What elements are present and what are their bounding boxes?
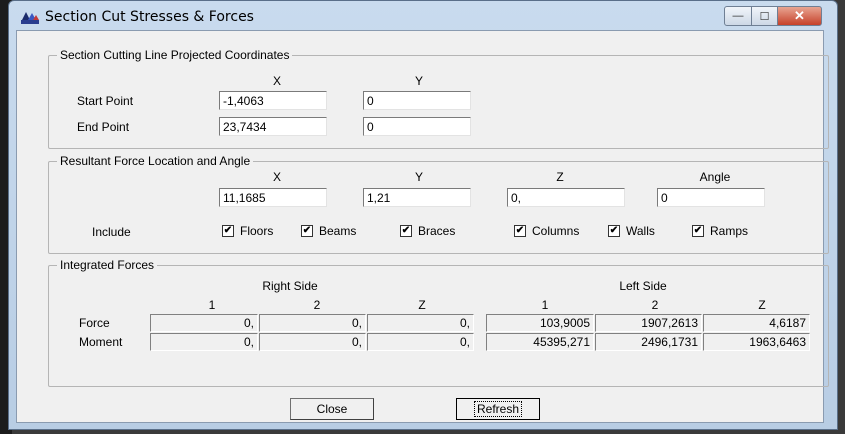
force-value: 4,6187 bbox=[703, 314, 810, 332]
moment-value: 0, bbox=[150, 333, 258, 351]
check-icon: ✔ bbox=[400, 225, 412, 237]
col-header-2: 2 bbox=[313, 298, 321, 312]
columns-checkbox[interactable]: ✔ Columns bbox=[514, 224, 579, 238]
minimize-icon: — bbox=[732, 10, 744, 22]
end-x-input[interactable] bbox=[219, 117, 327, 136]
check-icon: ✔ bbox=[222, 225, 234, 237]
col-header-z: Z bbox=[418, 298, 426, 312]
start-point-label: Start Point bbox=[77, 94, 134, 108]
res-z-input[interactable] bbox=[507, 188, 625, 207]
moment-value: 0, bbox=[367, 333, 474, 351]
close-button-label: Close bbox=[316, 402, 348, 416]
minimize-button[interactable]: — bbox=[724, 6, 752, 26]
force-row-label: Force bbox=[79, 316, 110, 330]
col-header-2: 2 bbox=[651, 298, 659, 312]
right-side-header: Right Side bbox=[262, 279, 318, 293]
refresh-button[interactable]: Refresh bbox=[456, 398, 540, 420]
col-header-1: 1 bbox=[208, 298, 216, 312]
col-header-1: 1 bbox=[541, 298, 549, 312]
col-header-z: Z bbox=[758, 298, 766, 312]
dialog-window: Section Cut Stresses & Forces — ☐ ✕ Sect… bbox=[8, 0, 838, 430]
walls-label: Walls bbox=[626, 224, 655, 238]
braces-checkbox[interactable]: ✔ Braces bbox=[400, 224, 455, 238]
end-point-label: End Point bbox=[77, 120, 130, 134]
res-col-angle-header: Angle bbox=[699, 170, 731, 184]
floors-checkbox[interactable]: ✔ Floors bbox=[222, 224, 273, 238]
beams-label: Beams bbox=[319, 224, 357, 238]
left-side-header: Left Side bbox=[619, 279, 667, 293]
projected-coordinates-legend: Section Cutting Line Projected Coordinat… bbox=[57, 48, 293, 62]
resultant-force-legend: Resultant Force Location and Angle bbox=[57, 154, 254, 168]
check-icon: ✔ bbox=[692, 225, 704, 237]
res-y-input[interactable] bbox=[363, 188, 471, 207]
res-angle-input[interactable] bbox=[657, 188, 765, 207]
beams-checkbox[interactable]: ✔ Beams bbox=[301, 224, 356, 238]
app-icon bbox=[21, 10, 39, 24]
force-value: 103,9005 bbox=[486, 314, 594, 332]
res-x-input[interactable] bbox=[219, 188, 327, 207]
start-x-input[interactable] bbox=[219, 91, 327, 110]
braces-label: Braces bbox=[418, 224, 456, 238]
moment-value: 2496,1731 bbox=[595, 333, 702, 351]
moment-value: 0, bbox=[259, 333, 366, 351]
columns-label: Columns bbox=[532, 224, 580, 238]
refresh-button-label: Refresh bbox=[473, 401, 523, 417]
res-col-x-header: X bbox=[272, 170, 281, 184]
force-value: 0, bbox=[367, 314, 474, 332]
close-button[interactable]: Close bbox=[290, 398, 374, 420]
window-title: Section Cut Stresses & Forces bbox=[45, 9, 254, 25]
res-col-y-header: Y bbox=[414, 170, 423, 184]
integrated-forces-legend: Integrated Forces bbox=[57, 258, 158, 272]
walls-checkbox[interactable]: ✔ Walls bbox=[608, 224, 655, 238]
check-icon: ✔ bbox=[608, 225, 620, 237]
start-y-input[interactable] bbox=[363, 91, 471, 110]
ramps-label: Ramps bbox=[710, 224, 749, 238]
col-x-header: X bbox=[272, 74, 281, 88]
check-icon: ✔ bbox=[514, 225, 526, 237]
force-value: 1907,2613 bbox=[595, 314, 702, 332]
ramps-checkbox[interactable]: ✔ Ramps bbox=[692, 224, 748, 238]
moment-value: 45395,271 bbox=[486, 333, 594, 351]
end-y-input[interactable] bbox=[363, 117, 471, 136]
close-window-button[interactable]: ✕ bbox=[777, 6, 822, 26]
moment-value: 1963,6463 bbox=[703, 333, 810, 351]
close-icon: ✕ bbox=[794, 8, 805, 23]
maximize-button[interactable]: ☐ bbox=[751, 6, 778, 26]
res-col-z-header: Z bbox=[556, 170, 564, 184]
force-value: 0, bbox=[150, 314, 258, 332]
maximize-icon: ☐ bbox=[759, 10, 770, 23]
col-y-header: Y bbox=[414, 74, 423, 88]
check-icon: ✔ bbox=[301, 225, 313, 237]
dialog-client-area: Section Cutting Line Projected Coordinat… bbox=[16, 30, 829, 423]
moment-row-label: Moment bbox=[79, 335, 123, 349]
include-label: Include bbox=[92, 225, 131, 239]
floors-label: Floors bbox=[240, 224, 274, 238]
force-value: 0, bbox=[259, 314, 366, 332]
